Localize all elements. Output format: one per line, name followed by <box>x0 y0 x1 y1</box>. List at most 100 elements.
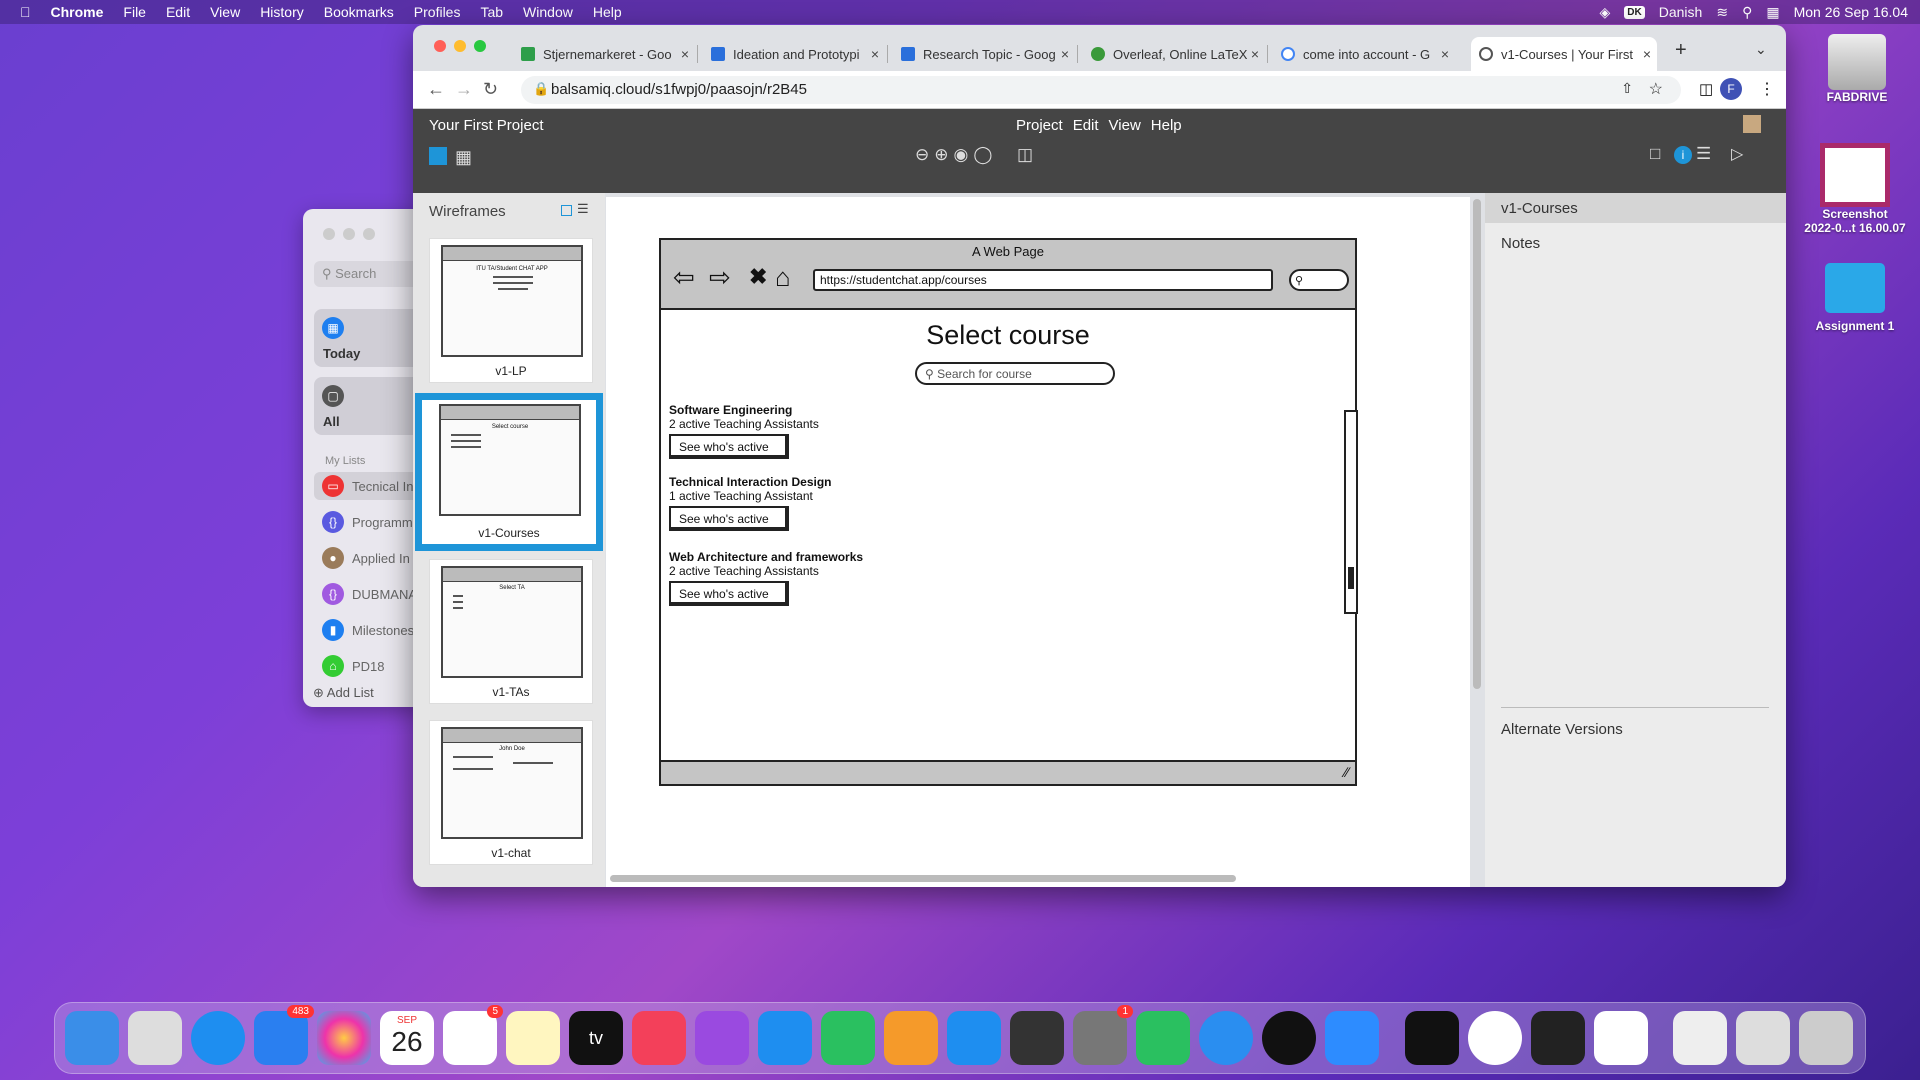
list-item[interactable]: ▮ Milestones <box>314 616 423 644</box>
menu-help[interactable]: Help <box>1151 117 1182 134</box>
list-item[interactable]: ▭ Tecnical In <box>314 472 423 500</box>
menu-project[interactable]: Project <box>1016 117 1063 134</box>
tab[interactable]: Overleaf, Online LaTeX × <box>1083 37 1265 71</box>
user-avatar[interactable] <box>1743 115 1761 133</box>
tab[interactable]: Stjernemarkeret - Goo × <box>513 37 695 71</box>
finder-icon[interactable] <box>65 1011 119 1065</box>
wireframe-browser-mockup[interactable]: A Web Page ⇦ ⇨ ✖ ⌂ https://studentchat.a… <box>659 238 1358 786</box>
close-icon[interactable]: × <box>1061 46 1069 62</box>
canvas-vertical-scrollbar[interactable] <box>1473 199 1481 689</box>
list-view-icon[interactable]: ☰ <box>577 201 589 217</box>
spotify-icon[interactable] <box>1262 1011 1316 1065</box>
sidepanel-icon[interactable]: ◫ <box>1699 80 1713 98</box>
notes-icon[interactable] <box>506 1011 560 1065</box>
alternate-versions[interactable]: Alternate Versions <box>1501 721 1623 738</box>
safari-icon[interactable] <box>191 1011 245 1065</box>
launchpad-icon[interactable] <box>128 1011 182 1065</box>
menu-app-name[interactable]: Chrome <box>51 4 104 20</box>
app-store-icon[interactable] <box>947 1011 1001 1065</box>
add-list-button[interactable]: ⊕ Add List <box>313 685 374 701</box>
messages-icon[interactable] <box>1136 1011 1190 1065</box>
all-card[interactable]: ▢All6 <box>314 377 423 435</box>
menu-edit[interactable]: Edit <box>1073 117 1099 134</box>
trash-icon[interactable] <box>1799 1011 1853 1065</box>
back-button[interactable]: ← <box>427 79 445 100</box>
menu-window[interactable]: Window <box>523 4 573 20</box>
lang-badge[interactable]: DK <box>1624 5 1645 19</box>
menu-bookmarks[interactable]: Bookmarks <box>324 4 394 20</box>
podcasts-icon[interactable] <box>695 1011 749 1065</box>
vscode-icon[interactable] <box>1594 1011 1648 1065</box>
recent-window-icon[interactable] <box>1673 1011 1727 1065</box>
music-icon[interactable] <box>632 1011 686 1065</box>
tab[interactable]: Research Topic - Goog × <box>893 37 1075 71</box>
wireframe-thumb[interactable]: Select TA v1-TAs <box>429 559 593 704</box>
photos-icon[interactable] <box>317 1011 371 1065</box>
compressor-icon[interactable] <box>1010 1011 1064 1065</box>
numbers-icon[interactable] <box>821 1011 875 1065</box>
drive-desktop-icon[interactable]: FABDRIVE <box>1817 34 1897 104</box>
keynote-icon[interactable] <box>758 1011 812 1065</box>
list-icon[interactable]: ☰ <box>1696 144 1711 164</box>
pages-icon[interactable] <box>884 1011 938 1065</box>
list-item[interactable]: {} Programm <box>314 508 423 536</box>
zoom-button[interactable] <box>474 40 486 52</box>
testflight-icon[interactable] <box>1199 1011 1253 1065</box>
menu-help[interactable]: Help <box>593 4 622 20</box>
reminders-search[interactable]: ⚲ Search <box>314 261 423 287</box>
close-icon[interactable]: × <box>1251 46 1259 62</box>
menu-view[interactable]: View <box>1109 117 1141 134</box>
close-button[interactable] <box>434 40 446 52</box>
wireframe-thumb[interactable]: ITU TA/Student CHAT APP v1-LP <box>429 238 593 383</box>
menu-file[interactable]: File <box>123 4 146 20</box>
editor-canvas[interactable]: A Web Page ⇦ ⇨ ✖ ⌂ https://studentchat.a… <box>606 197 1470 887</box>
tab-active[interactable]: v1-Courses | Your First × <box>1471 37 1657 71</box>
comment-icon[interactable]: □ <box>1650 144 1660 164</box>
single-view-icon[interactable] <box>429 147 447 165</box>
share-icon[interactable]: ⇧ <box>1621 80 1633 97</box>
apple-icon[interactable]:  <box>20 4 31 20</box>
menu-tab[interactable]: Tab <box>480 4 503 20</box>
wifi-icon[interactable]: ≋ <box>1716 4 1728 21</box>
chrome-icon[interactable] <box>1468 1011 1522 1065</box>
folder-desktop-icon[interactable]: Assignment 1 <box>1800 263 1910 333</box>
address-bar[interactable]: 🔒 balsamiq.cloud/s1fwpj0/paasojn/r2B45 ⇧… <box>521 76 1681 104</box>
datetime[interactable]: Mon 26 Sep 16.04 <box>1794 4 1908 20</box>
reminders-icon[interactable]: 5 <box>443 1005 503 1065</box>
list-item[interactable]: ⌂ PD18 <box>314 652 423 680</box>
close-icon[interactable]: × <box>1441 46 1449 62</box>
forward-button[interactable]: → <box>455 79 473 100</box>
layers-icon[interactable]: ◈ <box>1600 4 1611 21</box>
info-icon[interactable]: i <box>1674 146 1692 164</box>
menu-profiles[interactable]: Profiles <box>414 4 461 20</box>
zoom-app-icon[interactable] <box>1325 1011 1379 1065</box>
new-tab-button[interactable]: + <box>1675 39 1687 62</box>
wireframe-thumb-selected[interactable]: Select course v1-Courses <box>415 393 603 551</box>
grid-view-icon[interactable]: ▦ <box>455 147 472 168</box>
lang-label[interactable]: Danish <box>1659 4 1703 20</box>
recent-window-icon[interactable] <box>1736 1011 1790 1065</box>
menu-history[interactable]: History <box>260 4 304 20</box>
menu-view[interactable]: View <box>210 4 240 20</box>
settings-icon[interactable]: 1 <box>1073 1005 1133 1065</box>
star-icon[interactable]: ☆ <box>1649 79 1663 99</box>
present-icon[interactable]: ▷ <box>1731 144 1743 164</box>
minimize-button[interactable] <box>454 40 466 52</box>
cursor-icon[interactable] <box>1531 1011 1585 1065</box>
apple-tv-icon[interactable]: tv <box>569 1011 623 1065</box>
search-icon[interactable]: ⚲ <box>1742 4 1752 21</box>
close-icon[interactable]: × <box>681 46 689 62</box>
mail-icon[interactable]: 483 <box>254 1005 314 1065</box>
calendar-icon[interactable]: SEP 26 <box>380 1011 434 1065</box>
close-icon[interactable]: × <box>1643 46 1651 62</box>
list-item[interactable]: ● Applied In <box>314 544 423 572</box>
clipboard-icon[interactable]: ◫ <box>1017 145 1033 165</box>
today-card[interactable]: ▦ Today <box>314 309 423 367</box>
avatar[interactable]: F <box>1720 78 1742 100</box>
reload-button[interactable]: ↻ <box>483 79 498 100</box>
terminal-icon[interactable] <box>1405 1011 1459 1065</box>
chevron-down-icon[interactable]: ⌄ <box>1755 41 1767 58</box>
wireframe-title[interactable]: v1-Courses <box>1485 193 1786 223</box>
minimize-button[interactable] <box>343 228 355 240</box>
menu-edit[interactable]: Edit <box>166 4 190 20</box>
